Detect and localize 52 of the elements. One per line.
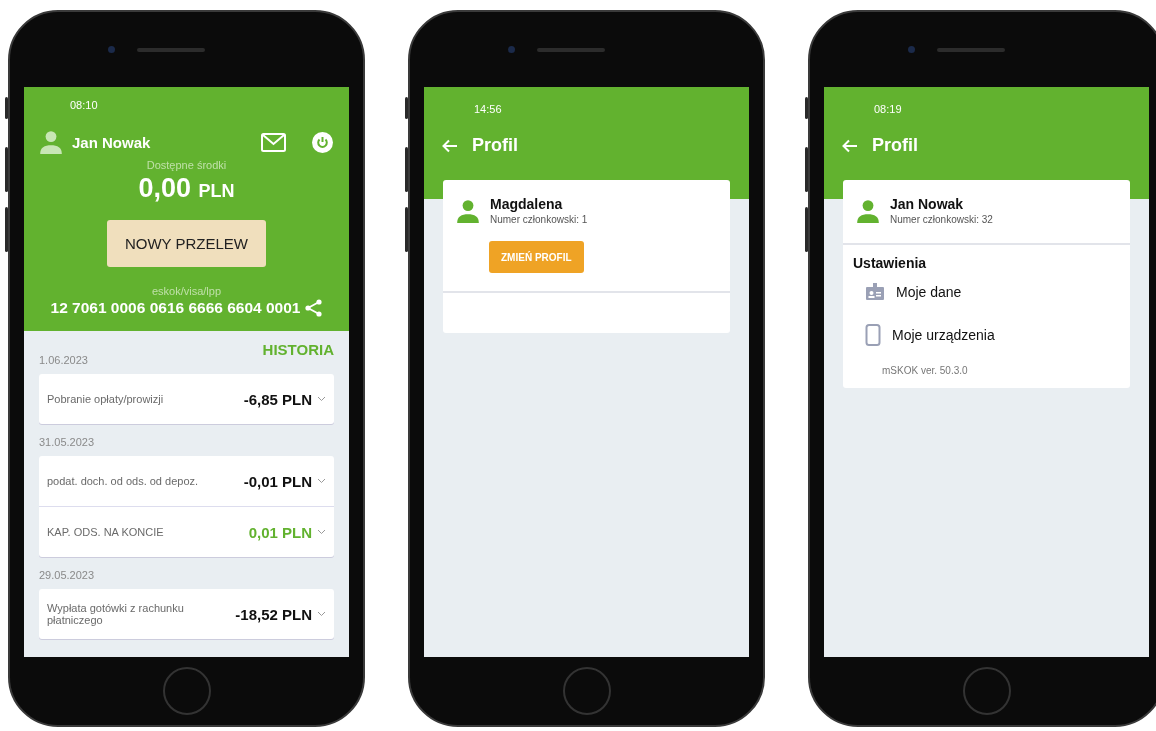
new-transfer-button[interactable]: NOWY PRZELEW bbox=[107, 220, 266, 267]
settings-title: Ustawienia bbox=[853, 255, 928, 271]
balance-label: Dostępne środki bbox=[146, 159, 227, 171]
back-arrow-icon[interactable] bbox=[842, 137, 858, 154]
camera-dot bbox=[908, 46, 915, 53]
app-version: mSKOK ver. 50.3.0 bbox=[881, 364, 969, 376]
person-icon bbox=[38, 129, 64, 155]
power-icon[interactable] bbox=[312, 131, 333, 153]
transaction-description: Wypłata gotówki z rachunku płatniczego bbox=[47, 602, 185, 626]
home-button[interactable] bbox=[162, 667, 211, 715]
transaction-amount: 0,01 PLN bbox=[248, 523, 312, 541]
transaction-description: KAP. ODS. NA KONCIE bbox=[47, 526, 165, 538]
person-icon bbox=[855, 197, 881, 224]
transaction-description: podat. doch. od ods. od depoz. bbox=[47, 475, 200, 487]
person-icon bbox=[455, 197, 481, 224]
mail-icon[interactable] bbox=[261, 132, 286, 152]
smartphone-icon bbox=[865, 324, 881, 346]
settings-item[interactable]: Moje dane bbox=[896, 284, 962, 300]
screen-title: Profil bbox=[872, 135, 918, 156]
settings-item[interactable]: Moje urządzenia bbox=[892, 327, 995, 343]
chevron-down-icon[interactable] bbox=[317, 611, 326, 617]
camera-dot bbox=[108, 46, 115, 53]
transaction-amount: -18,52 PLN bbox=[235, 605, 312, 623]
speaker-grille bbox=[937, 47, 1005, 52]
share-icon[interactable] bbox=[305, 299, 323, 317]
status-time: 08:10 bbox=[69, 99, 98, 111]
status-time: 14:56 bbox=[473, 103, 503, 115]
camera-dot bbox=[508, 46, 515, 53]
transaction-amount: -6,85 PLN bbox=[243, 390, 312, 408]
member-number: Numer członkowski: 1 bbox=[490, 214, 588, 225]
transaction-description: Pobranie opłaty/prowizji bbox=[47, 393, 165, 405]
transaction-amount: -0,01 PLN bbox=[243, 472, 312, 490]
chevron-down-icon[interactable] bbox=[317, 478, 326, 484]
speaker-grille bbox=[537, 47, 605, 52]
user-name: Jan Nowak bbox=[72, 133, 152, 151]
home-button[interactable] bbox=[562, 667, 611, 715]
home-button[interactable] bbox=[962, 667, 1011, 715]
profile-name: Jan Nowak bbox=[890, 196, 965, 212]
account-number: 12 7061 0006 0616 6666 6604 0001 bbox=[50, 299, 301, 317]
profile-name: Magdalena bbox=[490, 196, 564, 212]
chevron-down-icon[interactable] bbox=[317, 529, 326, 535]
speaker-grille bbox=[137, 47, 205, 52]
chevron-down-icon[interactable] bbox=[317, 396, 326, 402]
status-time: 08:19 bbox=[873, 103, 903, 115]
back-arrow-icon[interactable] bbox=[442, 137, 458, 154]
date-label: 31.05.2023 bbox=[39, 435, 96, 450]
date-label: 29.05.2023 bbox=[39, 568, 96, 583]
member-number: Numer członkowski: 32 bbox=[890, 214, 993, 225]
screen-title: Profil bbox=[472, 135, 518, 156]
id-card-icon bbox=[865, 283, 885, 301]
account-label: eskok/visa/lpp bbox=[151, 285, 222, 297]
balance-amount: 0,00 PLN bbox=[138, 173, 235, 204]
